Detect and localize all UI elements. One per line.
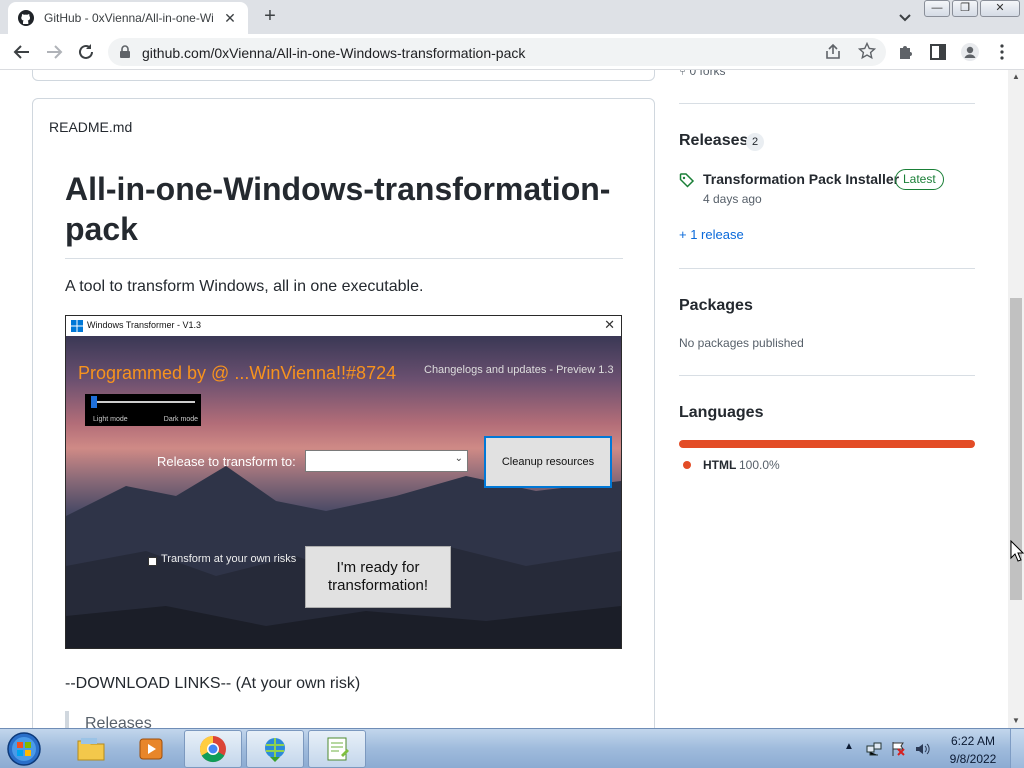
latest-release-link[interactable]: Transformation Pack Installer [703, 171, 899, 187]
app-close-icon: ✕ [604, 317, 615, 332]
packages-heading[interactable]: Packages [679, 297, 753, 315]
programmed-by-text: Programmed by @ ...WinVienna!!#8724 [78, 363, 397, 383]
app-titlebar: Windows Transformer - V1.3 ✕ [66, 316, 621, 336]
media-player-icon [139, 738, 163, 760]
readme-filename[interactable]: README.md [49, 119, 132, 135]
ready-button: I'm ready for transformation! [305, 546, 451, 608]
folder-icon [77, 738, 105, 761]
scroll-up-arrow-icon[interactable]: ▲ [1008, 70, 1024, 84]
language-percent: 100.0% [739, 458, 780, 472]
forward-arrow-icon[interactable] [44, 42, 64, 62]
windows-logo-icon [71, 320, 83, 332]
changelog-text: Changelogs and updates - Preview 1.3 [424, 364, 614, 376]
navigation-bar: github.com/0xVienna/All-in-one-Windows-t… [0, 34, 1024, 70]
no-packages-text: No packages published [679, 336, 804, 350]
taskbar-chrome[interactable] [184, 730, 242, 768]
back-arrow-icon[interactable] [12, 42, 32, 62]
language-name[interactable]: HTML [703, 458, 736, 472]
sidebar-divider [679, 268, 975, 269]
clock-date[interactable]: 9/8/2022 [940, 752, 1006, 766]
share-icon[interactable] [824, 43, 842, 61]
bookmark-star-icon[interactable] [858, 42, 876, 60]
forks-text: 0 forks [689, 70, 726, 78]
light-mode-label: Light mode [93, 416, 128, 423]
windows-taskbar: ▲ 6:22 AM 9/8/2022 [0, 728, 1024, 768]
system-tray: ▲ 6:22 AM 9/8/2022 [840, 729, 1024, 768]
taskbar-file-explorer[interactable] [62, 730, 120, 768]
show-hidden-icons-arrow-icon[interactable]: ▲ [844, 741, 860, 757]
browser-tab[interactable]: GitHub - 0xVienna/All-in-one-Wi ✕ [8, 2, 248, 34]
new-tab-button[interactable]: + [258, 5, 282, 29]
chevron-down-icon[interactable] [896, 8, 914, 26]
release-dropdown: ⌄ [305, 450, 468, 472]
chrome-icon [199, 735, 226, 763]
blockquote-text: Releases [85, 715, 152, 728]
network-icon[interactable] [866, 741, 882, 757]
clock-time[interactable]: 6:22 AM [940, 734, 1006, 748]
window-controls: — ❐ ✕ [922, 0, 1020, 17]
app-window-title: Windows Transformer - V1.3 [87, 320, 202, 330]
theme-slider: Light mode Dark mode [85, 394, 201, 426]
scroll-down-arrow-icon[interactable]: ▼ [1008, 714, 1024, 728]
release-date: 4 days ago [703, 192, 762, 206]
dark-mode-label: Dark mode [163, 416, 198, 423]
volume-speaker-icon[interactable] [914, 741, 930, 757]
start-button-orb-icon[interactable] [4, 730, 44, 768]
url-text[interactable]: github.com/0xVienna/All-in-one-Windows-t… [142, 45, 525, 61]
readme-description: A tool to transform Windows, all in one … [65, 278, 424, 295]
page-scrollbar[interactable]: ▲ ▼ [1008, 70, 1024, 728]
readme-panel: README.md All-in-one-Windows-transformat… [32, 98, 655, 728]
extensions-puzzle-icon[interactable] [896, 42, 916, 62]
lock-icon[interactable] [118, 45, 132, 59]
mouse-cursor-icon [1010, 540, 1024, 562]
github-page: README.md All-in-one-Windows-transformat… [0, 70, 1008, 728]
screen: GitHub - 0xVienna/All-in-one-Wi ✕ + — ❐ … [0, 0, 1024, 768]
close-tab-icon[interactable]: ✕ [222, 10, 238, 26]
cleanup-resources-button: Cleanup resources [484, 436, 612, 488]
notepad-icon [327, 737, 349, 761]
language-bar [679, 440, 975, 448]
taskbar-media-player[interactable] [122, 730, 180, 768]
blockquote-bar [65, 711, 69, 728]
download-links-text: --DOWNLOAD LINKS-- (At your own risk) [65, 675, 361, 692]
slider-knob [91, 396, 97, 408]
chevron-down-icon: ⌄ [454, 453, 463, 464]
profile-avatar-icon[interactable] [960, 42, 980, 62]
minimize-button[interactable]: — [924, 0, 950, 17]
taskbar-download-manager[interactable] [246, 730, 304, 768]
globe-download-icon [265, 738, 285, 762]
risk-checkbox [148, 557, 157, 566]
show-desktop-button[interactable] [1010, 729, 1024, 768]
sidebar-divider [679, 103, 975, 104]
readme-title: All-in-one-Windows-transformation-pack [65, 171, 611, 247]
tag-icon [679, 173, 695, 188]
language-color-dot [683, 461, 691, 469]
app-screenshot-image[interactable]: Windows Transformer - V1.3 ✕ Programmed … [65, 315, 622, 649]
menu-kebab-icon[interactable] [992, 42, 1012, 62]
about-box-fragment [32, 70, 655, 81]
reload-icon[interactable] [76, 42, 96, 62]
risk-label: Transform at your own risks [161, 553, 297, 565]
release-label: Release to transform to: [157, 454, 296, 469]
sidebar-divider [679, 375, 975, 376]
title-divider [65, 258, 623, 259]
side-panel-icon[interactable] [928, 42, 948, 62]
sunset-background: Programmed by @ ...WinVienna!!#8724 Chan… [66, 336, 621, 648]
languages-heading: Languages [679, 404, 764, 421]
tab-strip: GitHub - 0xVienna/All-in-one-Wi ✕ + — ❐ … [0, 0, 1024, 34]
slider-track [95, 401, 195, 403]
releases-heading[interactable]: Releases [679, 132, 748, 150]
taskbar-notepad-plus-plus[interactable] [308, 730, 366, 768]
latest-badge: Latest [895, 169, 944, 190]
releases-count-badge: 2 [746, 133, 765, 151]
action-center-flag-icon[interactable] [890, 741, 906, 757]
close-window-button[interactable]: ✕ [980, 0, 1020, 17]
restore-button[interactable]: ❐ [952, 0, 978, 17]
fork-icon: ⑂ [679, 70, 690, 78]
more-releases-link[interactable]: + 1 release [679, 227, 744, 242]
github-icon [18, 10, 34, 26]
address-bar[interactable]: github.com/0xVienna/All-in-one-Windows-t… [108, 38, 886, 66]
forks-count[interactable]: ⑂ 0 forks [679, 70, 726, 78]
tab-title: GitHub - 0xVienna/All-in-one-Wi [44, 11, 214, 25]
